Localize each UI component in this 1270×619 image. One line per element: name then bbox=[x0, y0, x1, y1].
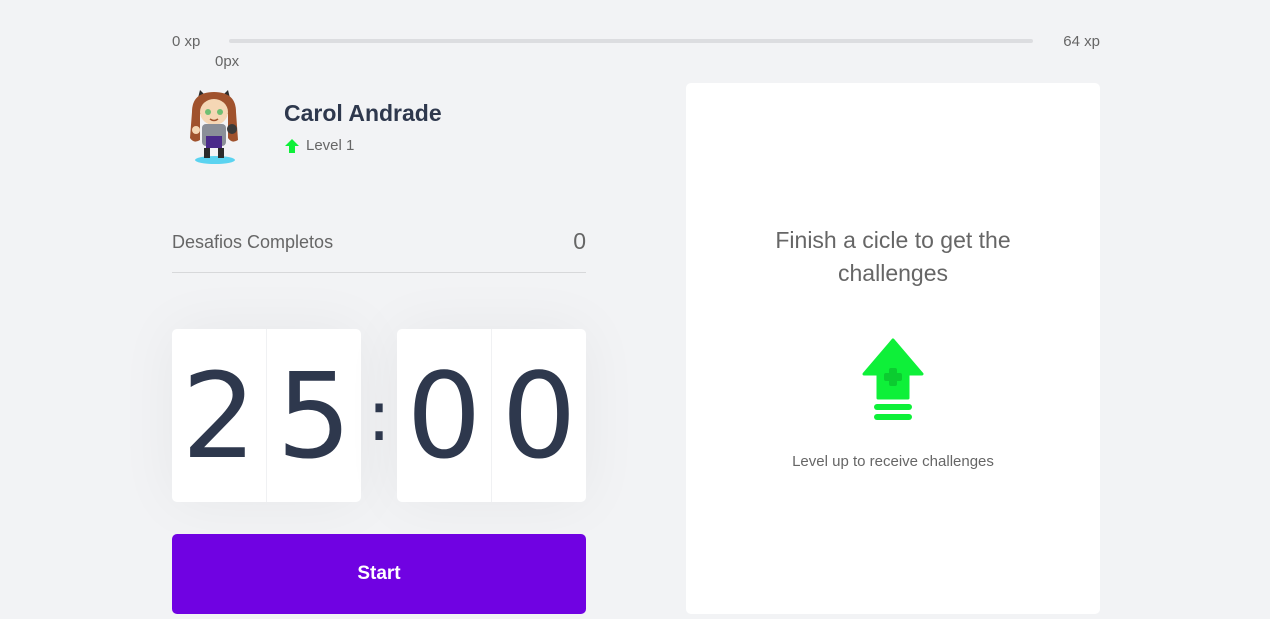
countdown-timer: 2 5 : 0 0 bbox=[172, 329, 586, 502]
level-label: Level 1 bbox=[306, 137, 355, 154]
challenge-box-hint: Level up to receive challenges bbox=[792, 453, 994, 470]
xp-current-label: 0px bbox=[215, 53, 240, 70]
xp-min-label: 0 xp bbox=[172, 33, 201, 50]
start-cycle-button[interactable]: Start bbox=[172, 534, 586, 614]
challenge-box-title: Finish a cicle to get the challenges bbox=[775, 227, 1011, 286]
minute-digit-left: 2 bbox=[181, 346, 257, 485]
minute-digit-right: 5 bbox=[266, 329, 361, 502]
completed-challenges-count: 0 bbox=[573, 228, 586, 254]
countdown-separator: : bbox=[367, 374, 391, 457]
xp-progress-track bbox=[229, 39, 1033, 43]
xp-max-label: 64 xp bbox=[1063, 33, 1100, 50]
profile-name: Carol Andrade bbox=[284, 100, 442, 126]
profile-level: Level 1 bbox=[284, 137, 354, 154]
profile: Carol Andrade Level 1 bbox=[172, 84, 586, 174]
countdown-minutes: 2 5 bbox=[172, 329, 361, 502]
challenge-box: Finish a cicle to get the challenges Lev… bbox=[686, 83, 1100, 614]
level-up-arrow-icon bbox=[285, 138, 299, 153]
second-digit-right: 0 bbox=[491, 329, 586, 502]
avatar-character-icon bbox=[190, 90, 238, 164]
experience-bar: 0 xp 0px 64 xp bbox=[172, 30, 1100, 70]
completed-challenges: Desafios Completos 0 bbox=[172, 228, 586, 273]
second-digit-left: 0 bbox=[406, 346, 482, 485]
completed-challenges-label: Desafios Completos bbox=[172, 232, 334, 252]
countdown-seconds: 0 0 bbox=[397, 329, 586, 502]
level-up-icon bbox=[862, 338, 924, 420]
